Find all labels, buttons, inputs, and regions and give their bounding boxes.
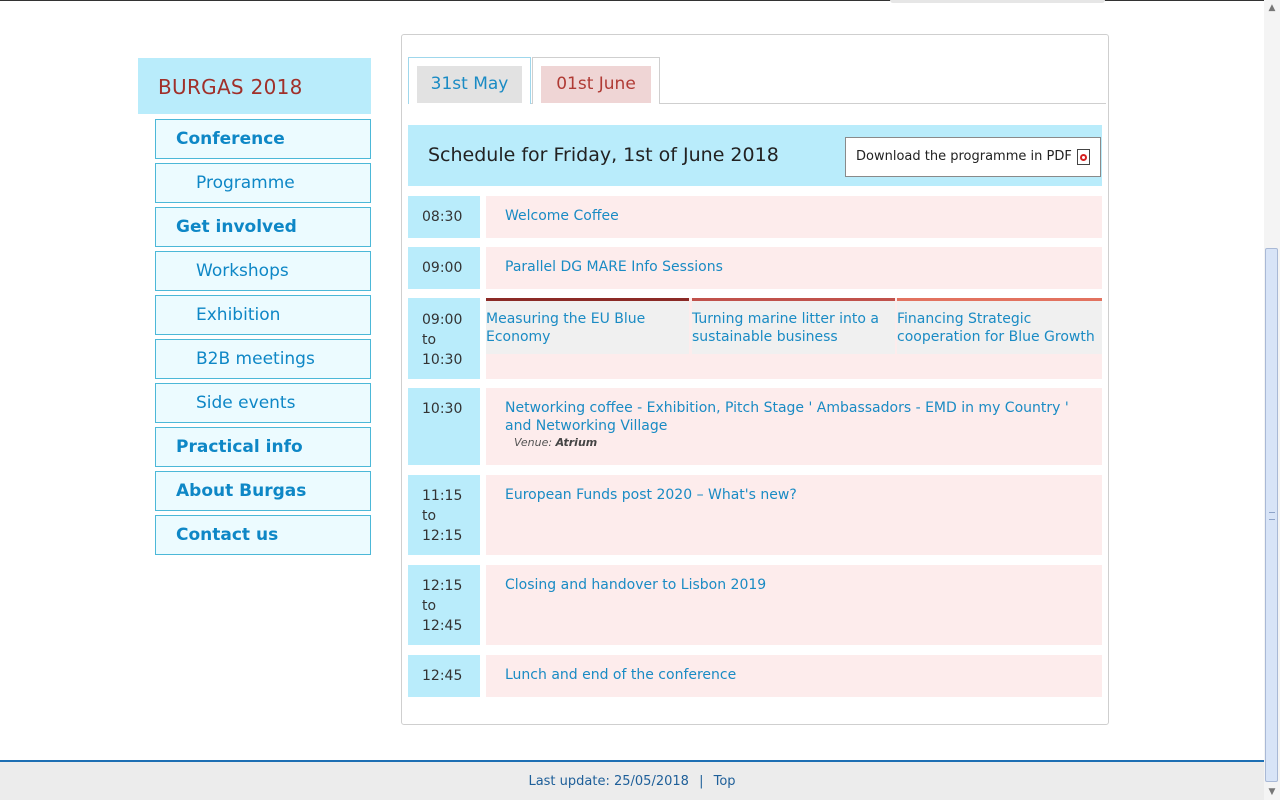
event-title[interactable]: Closing and handover to Lisbon 2019 — [505, 576, 1082, 594]
top-link[interactable]: Top — [714, 774, 736, 789]
sidebar-item-workshops[interactable]: Workshops — [155, 251, 371, 291]
schedule-row: 11:15 to 12:15 European Funds post 2020 … — [408, 475, 1102, 555]
schedule-row: 12:45 Lunch and end of the conference — [408, 655, 1102, 697]
last-update-text: Last update: 25/05/2018 — [528, 774, 689, 789]
page-footer: Last update: 25/05/2018 | Top — [0, 760, 1264, 800]
sidebar-nav: BURGAS 2018 Conference Programme Get inv… — [138, 58, 371, 555]
sidebar-item-b2b-meetings[interactable]: B2B meetings — [155, 339, 371, 379]
session-title: Measuring the EU Blue Economy — [486, 311, 646, 345]
download-pdf-button[interactable]: Download the programme in PDF — [845, 137, 1101, 177]
event-venue: Venue: Atrium — [514, 436, 597, 449]
scroll-up-icon[interactable]: ▲ — [1264, 0, 1280, 16]
tab-label: 31st May — [417, 66, 522, 103]
tab-01st-june[interactable]: 01st June — [532, 57, 660, 104]
event-block: Networking coffee - Exhibition, Pitch St… — [486, 388, 1102, 465]
top-shadow — [890, 0, 1105, 3]
time-end: 12:45 — [422, 618, 463, 634]
time-slot: 09:00 — [408, 247, 480, 289]
time-start: 11:15 — [422, 488, 463, 504]
pdf-icon — [1077, 149, 1090, 165]
parallel-session[interactable]: Measuring the EU Blue Economy — [486, 298, 689, 354]
event-block: Parallel DG MARE Info Sessions — [486, 247, 1102, 289]
event-block: European Funds post 2020 – What's new? — [486, 475, 1102, 555]
sidebar-title: BURGAS 2018 — [138, 58, 371, 114]
session-color-bar — [897, 298, 1102, 301]
parallel-session[interactable]: Turning marine litter into a sustainable… — [692, 298, 895, 354]
time-slot: 10:30 — [408, 388, 480, 465]
tab-31st-may[interactable]: 31st May — [408, 57, 531, 104]
event-title[interactable]: Parallel DG MARE Info Sessions — [505, 258, 1082, 276]
sidebar-item-about-burgas[interactable]: About Burgas — [155, 471, 371, 511]
time-slot: 08:30 — [408, 196, 480, 238]
time-to: to — [422, 508, 437, 524]
time-to: to — [422, 598, 437, 614]
time-slot: 11:15 to 12:15 — [408, 475, 480, 555]
event-block: Measuring the EU Blue Economy Turning ma… — [486, 298, 1102, 379]
event-title[interactable]: Welcome Coffee — [505, 207, 1082, 225]
tab-label: 01st June — [541, 66, 651, 103]
schedule-row: 09:00 to 10:30 Measuring the EU Blue Eco… — [408, 298, 1102, 379]
time-end: 12:15 — [422, 528, 463, 544]
schedule-panel: 31st May 01st June Schedule for Friday, … — [401, 34, 1109, 725]
time-end: 10:30 — [422, 352, 463, 368]
time-slot: 12:15 to 12:45 — [408, 565, 480, 645]
schedule-row: 12:15 to 12:45 Closing and handover to L… — [408, 565, 1102, 645]
sidebar-item-side-events[interactable]: Side events — [155, 383, 371, 423]
event-title[interactable]: European Funds post 2020 – What's new? — [505, 486, 1082, 504]
vertical-scrollbar[interactable]: ▲ ▼ — [1264, 0, 1280, 800]
time-start: 08:30 — [422, 209, 463, 225]
scroll-down-icon[interactable]: ▼ — [1264, 784, 1280, 800]
time-start: 12:15 — [422, 578, 463, 594]
session-title: Turning marine litter into a sustainable… — [692, 311, 880, 345]
event-title[interactable]: Lunch and end of the conference — [505, 666, 1082, 684]
time-slot: 09:00 to 10:30 — [408, 298, 480, 379]
schedule-row: 09:00 Parallel DG MARE Info Sessions — [408, 247, 1102, 289]
sidebar-item-programme[interactable]: Programme — [155, 163, 371, 203]
session-color-bar — [486, 298, 689, 301]
session-title: Financing Strategic cooperation for Blue… — [897, 311, 1095, 345]
sidebar-item-get-involved[interactable]: Get involved — [155, 207, 371, 247]
sidebar-item-contact-us[interactable]: Contact us — [155, 515, 371, 555]
venue-name: Atrium — [555, 436, 598, 449]
time-start: 09:00 — [422, 260, 463, 276]
time-start: 12:45 — [422, 668, 463, 684]
schedule-row: 10:30 Networking coffee - Exhibition, Pi… — [408, 388, 1102, 465]
footer-separator: | — [699, 774, 704, 789]
download-pdf-label: Download the programme in PDF — [856, 149, 1072, 164]
event-block: Welcome Coffee — [486, 196, 1102, 238]
schedule-row: 08:30 Welcome Coffee — [408, 196, 1102, 238]
schedule-header: Schedule for Friday, 1st of June 2018 Do… — [408, 125, 1102, 186]
sidebar-item-practical-info[interactable]: Practical info — [155, 427, 371, 467]
sidebar-item-exhibition[interactable]: Exhibition — [155, 295, 371, 335]
parallel-session[interactable]: Financing Strategic cooperation for Blue… — [897, 298, 1102, 354]
sidebar-item-conference[interactable]: Conference — [155, 119, 371, 159]
time-start: 09:00 — [422, 312, 463, 328]
event-block: Lunch and end of the conference — [486, 655, 1102, 697]
time-to: to — [422, 332, 437, 348]
event-title[interactable]: Networking coffee - Exhibition, Pitch St… — [505, 399, 1082, 435]
scrollbar-grip-icon — [1269, 512, 1275, 520]
time-start: 10:30 — [422, 401, 463, 417]
event-block: Closing and handover to Lisbon 2019 — [486, 565, 1102, 645]
time-slot: 12:45 — [408, 655, 480, 697]
schedule-title: Schedule for Friday, 1st of June 2018 — [428, 144, 779, 166]
venue-label: Venue: — [514, 436, 553, 449]
session-color-bar — [692, 298, 895, 301]
